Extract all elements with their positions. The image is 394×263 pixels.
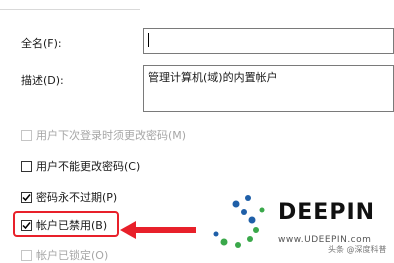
description-label: 描述(D): (21, 74, 64, 87)
highlight-box (13, 211, 119, 237)
checkmark-icon (22, 193, 31, 201)
checkbox[interactable] (21, 129, 32, 141)
checkbox[interactable] (21, 160, 32, 172)
option-label: 密码永不过期(P) (36, 191, 118, 204)
description-input[interactable]: 管理计算机(域)的内置帐户 (143, 65, 394, 112)
option-password-never-expires[interactable]: 密码永不过期(P) (21, 189, 117, 205)
checkbox[interactable] (21, 249, 32, 261)
option-label: 用户不能更改密码(C) (36, 160, 141, 173)
description-value: 管理计算机(域)的内置帐户 (148, 71, 278, 84)
arrow-left-icon (120, 221, 196, 239)
fullname-input[interactable] (143, 28, 394, 54)
option-cannot-change-password[interactable]: 用户不能更改密码(C) (21, 158, 140, 174)
checkbox-checked[interactable] (21, 191, 32, 203)
option-must-change-password[interactable]: 用户下次登录时须更改密码(M) (21, 127, 186, 143)
text-caret (148, 33, 149, 47)
watermark: 头条 @深度科普 (328, 245, 387, 254)
fullname-label: 全名(F): (21, 37, 62, 50)
option-label: 用户下次登录时须更改密码(M) (36, 129, 187, 142)
logo-swirl-icon (213, 195, 265, 248)
top-divider (0, 9, 140, 10)
logo-text: DEEPIN (278, 200, 376, 225)
